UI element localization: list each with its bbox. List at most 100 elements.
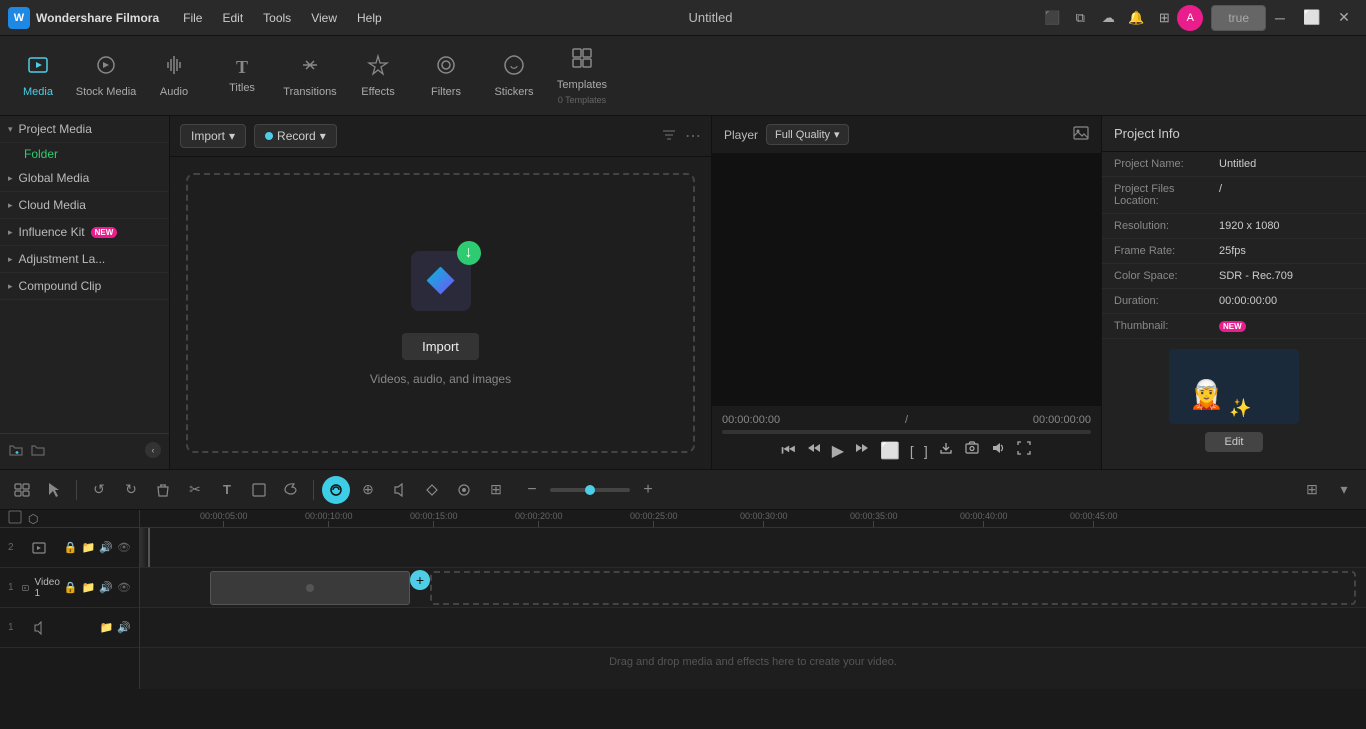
player-tab[interactable]: Player <box>724 128 758 142</box>
export-button[interactable]: true <box>1211 5 1266 31</box>
tl-separator-1 <box>76 480 77 500</box>
audio-icon-btn[interactable] <box>386 476 414 504</box>
track-motion-btn[interactable]: ⊕ <box>354 476 382 504</box>
delete-btn[interactable] <box>149 476 177 504</box>
layout-icon[interactable]: ⊞ <box>1151 5 1177 31</box>
track-folder-icon[interactable]: 📁 <box>82 541 96 554</box>
svg-text:🧝: 🧝 <box>1189 378 1224 411</box>
cut-btn[interactable]: ✂ <box>181 476 209 504</box>
player-image-icon[interactable] <box>1073 125 1089 144</box>
step-back-icon[interactable] <box>806 440 822 461</box>
close-button[interactable]: ✕ <box>1330 7 1358 29</box>
import-chevron-icon: ▾ <box>229 129 235 143</box>
menu-file[interactable]: File <box>175 7 210 29</box>
add-track-icon[interactable] <box>8 510 22 527</box>
zoom-out-btn[interactable]: − <box>518 476 546 504</box>
go-to-start-icon[interactable]: ⏮ <box>781 442 795 460</box>
fullscreen-icon[interactable] <box>1016 440 1032 461</box>
sidebar-item-influence-kit[interactable]: ▸ Influence Kit NEW <box>0 219 169 246</box>
text-btn[interactable]: T <box>213 476 241 504</box>
filmora-diamond-icon <box>427 267 455 295</box>
menu-help[interactable]: Help <box>349 7 390 29</box>
fit-btn[interactable]: ⊞ <box>482 476 510 504</box>
timeline-view-btn[interactable] <box>8 476 36 504</box>
add-to-track-btn[interactable]: + <box>410 570 430 590</box>
track-mute-icon[interactable]: 🔊 <box>99 541 113 554</box>
screen-record-icon[interactable]: ⬛ <box>1039 5 1065 31</box>
menu-tools[interactable]: Tools <box>255 7 299 29</box>
sidebar-item-project-media[interactable]: ▾ Project Media <box>0 116 169 143</box>
redo-btn[interactable]: ↻ <box>117 476 145 504</box>
import-action-button[interactable]: Import <box>402 333 479 360</box>
speed-btn[interactable] <box>277 476 305 504</box>
maximize-button[interactable]: ⬜ <box>1298 7 1326 29</box>
filter-icon[interactable] <box>661 127 677 146</box>
menu-edit[interactable]: Edit <box>214 7 251 29</box>
record-button[interactable]: Record ▾ <box>254 124 337 148</box>
timeline-area: ↺ ↻ ✂ T ⊕ ⊞ − + <box>0 469 1366 689</box>
zoom-in-btn[interactable]: + <box>634 476 662 504</box>
ai-btn[interactable] <box>450 476 478 504</box>
undo-btn[interactable]: ↺ <box>85 476 113 504</box>
sidebar-item-cloud-media[interactable]: ▸ Cloud Media <box>0 192 169 219</box>
audio1-folder-icon[interactable]: 📁 <box>100 621 114 634</box>
sidebar-collapse-btn[interactable]: ‹ <box>145 442 161 458</box>
player-timeline-bar[interactable] <box>722 430 1091 434</box>
sidebar-item-adjustment-layer[interactable]: ▸ Adjustment La... <box>0 246 169 273</box>
toolbar-stickers[interactable]: Stickers <box>480 40 548 112</box>
track-lock-icon[interactable]: 🔒 <box>64 541 78 554</box>
toolbar-media[interactable]: Media <box>4 40 72 112</box>
cloud-icon[interactable]: ☁ <box>1095 5 1121 31</box>
player-controls: 00:00:00:00 / 00:00:00:00 ⏮ ▶ ⬜ [ ] <box>712 405 1101 469</box>
zoom-slider[interactable] <box>550 488 630 492</box>
track1-mute-icon[interactable]: 🔊 <box>99 581 113 594</box>
toolbar-filters[interactable]: Filters <box>412 40 480 112</box>
volume-icon[interactable] <box>990 440 1006 461</box>
track-drop-hint[interactable] <box>430 571 1356 605</box>
ruler-label-40s: 00:00:40:00 <box>960 511 1008 521</box>
user-avatar[interactable]: A <box>1177 5 1203 31</box>
step-forward-icon[interactable] <box>854 440 870 461</box>
edit-button[interactable]: Edit <box>1205 432 1264 452</box>
play-icon[interactable]: ▶ <box>832 441 844 461</box>
app-title: Untitled <box>390 10 1032 25</box>
toolbar-effects[interactable]: Effects <box>344 40 412 112</box>
thumbnail-badge: NEW <box>1219 321 1246 332</box>
sidebar-folder[interactable]: Folder <box>0 143 169 165</box>
magnetic-btn[interactable] <box>322 476 350 504</box>
media-drop-zone[interactable]: ↓ Import Videos, audio, and images <box>186 173 695 453</box>
more-icon[interactable]: ⋯ <box>685 126 701 146</box>
import-button[interactable]: Import ▾ <box>180 124 246 148</box>
toolbar-stock-media[interactable]: Stock Media <box>72 40 140 112</box>
menu-view[interactable]: View <box>303 7 345 29</box>
crop-btn[interactable] <box>245 476 273 504</box>
split-view-icon[interactable]: ⧉ <box>1067 5 1093 31</box>
toolbar-audio[interactable]: Audio <box>140 40 208 112</box>
mark-in-icon[interactable]: [ <box>910 443 914 459</box>
quality-select[interactable]: Full Quality ▾ <box>766 124 849 145</box>
bell-icon[interactable]: 🔔 <box>1123 5 1149 31</box>
toolbar-templates[interactable]: Templates 0 Templates <box>548 40 616 112</box>
audio1-mute-icon[interactable]: 🔊 <box>117 621 131 634</box>
screenshot-icon[interactable] <box>964 440 980 461</box>
timeline-layout-btn[interactable]: ⊞ <box>1298 476 1326 504</box>
track1-folder-icon[interactable]: 📁 <box>82 581 96 594</box>
export-frame-icon[interactable] <box>938 440 954 461</box>
track1-lock-icon[interactable]: 🔒 <box>64 581 78 594</box>
track1-eye-icon[interactable]: 👁 <box>117 581 131 594</box>
stop-icon[interactable]: ⬜ <box>880 441 900 461</box>
timeline-settings-btn[interactable]: ▾ <box>1330 476 1358 504</box>
minimize-button[interactable]: ─ <box>1266 7 1294 29</box>
placeholder-clip[interactable] <box>210 571 410 605</box>
link-track-icon[interactable]: ⬡ <box>28 512 38 526</box>
toolbar-titles[interactable]: T Titles <box>208 40 276 112</box>
track-eye-icon[interactable]: 👁 <box>117 541 131 554</box>
mark-out-icon[interactable]: ] <box>924 443 928 459</box>
toolbar-transitions[interactable]: Transitions <box>276 40 344 112</box>
sidebar-item-global-media[interactable]: ▸ Global Media <box>0 165 169 192</box>
keyframe-btn[interactable] <box>418 476 446 504</box>
search-folder-icon[interactable] <box>30 442 46 461</box>
sidebar-item-compound-clip[interactable]: ▸ Compound Clip <box>0 273 169 300</box>
new-folder-icon[interactable] <box>8 442 24 461</box>
cursor-tool-btn[interactable] <box>40 476 68 504</box>
